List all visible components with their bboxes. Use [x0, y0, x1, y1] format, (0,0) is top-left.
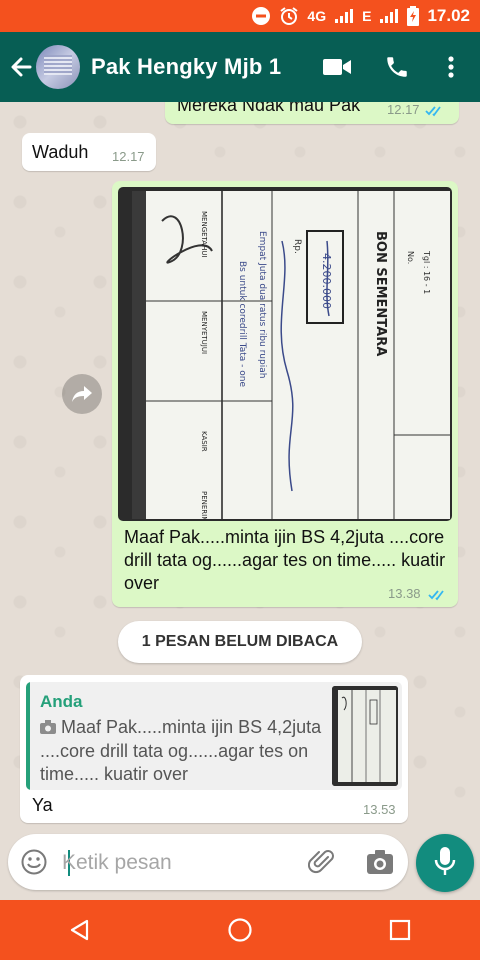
chat-header: Pak Hengky Mjb 1 — [0, 32, 480, 102]
quote-body: Maaf Pak.....minta ijin BS 4,2juta ....c… — [40, 717, 322, 784]
forward-icon[interactable] — [62, 374, 102, 414]
message-text: Waduh — [32, 142, 89, 162]
camera-icon[interactable] — [364, 846, 396, 878]
message-time: 12.17 — [112, 149, 145, 164]
message-outgoing-image[interactable]: BON SEMENTARA Rp. 4.200.000 No. Tgl : 16… — [112, 181, 458, 607]
quote-text: Maaf Pak.....minta ijin BS 4,2juta ....c… — [40, 716, 330, 786]
quote-author: Anda — [40, 692, 83, 711]
doc-amount: 4.200.000 — [320, 253, 333, 309]
signal-icon — [334, 8, 354, 24]
message-list[interactable]: Mereka Ndak mau Pak 12.17 Waduh 12.17 BO… — [0, 102, 480, 830]
doc-tgl: Tgl : 16 - 1 — [422, 250, 431, 294]
message-time: 13.53 — [363, 802, 396, 817]
message-photo[interactable]: BON SEMENTARA Rp. 4.200.000 No. Tgl : 16… — [118, 187, 452, 521]
camera-icon — [40, 717, 56, 740]
do-not-disturb-icon — [251, 6, 271, 26]
doc-no: No. — [406, 251, 415, 264]
quoted-message[interactable]: Anda Maaf Pak.....minta ijin BS 4,2juta … — [26, 682, 402, 790]
system-navigation-bar — [0, 900, 480, 960]
read-receipt-icon — [428, 588, 448, 606]
message-input[interactable] — [60, 844, 294, 882]
message-time: 13.38 — [388, 586, 421, 601]
video-call-icon[interactable] — [320, 50, 354, 84]
clock: 17.02 — [427, 6, 470, 25]
doc-label-penerima: PENERIMA — [200, 491, 208, 519]
status-icons: 4G E 17.02 — [251, 0, 470, 32]
message-caption: Maaf Pak.....minta ijin BS 4,2juta ....c… — [124, 527, 446, 593]
doc-label-kasir: KASIR — [200, 431, 208, 452]
quote-thumbnail — [332, 686, 398, 786]
emoji-icon[interactable] — [18, 846, 50, 878]
nav-recents-icon[interactable] — [370, 900, 430, 960]
message-incoming-reply[interactable]: Anda Maaf Pak.....minta ijin BS 4,2juta … — [20, 675, 408, 823]
doc-rp: Rp. — [292, 239, 302, 254]
doc-label-mengetahui: MENGETAHUI — [200, 211, 208, 258]
network-type-label: 4G — [307, 8, 327, 24]
nav-home-icon[interactable] — [210, 900, 270, 960]
read-receipt-icon — [425, 104, 445, 122]
message-composer — [8, 834, 408, 890]
avatar[interactable] — [36, 45, 80, 89]
doc-handwriting: Empat Juta dua ratus ribu rupiah — [257, 231, 267, 378]
battery-charging-icon — [407, 6, 420, 26]
attach-icon[interactable] — [306, 846, 338, 878]
document-photo: BON SEMENTARA Rp. 4.200.000 No. Tgl : 16… — [132, 191, 450, 521]
signal-icon-2 — [379, 8, 399, 24]
phone-icon[interactable] — [380, 50, 414, 84]
back-arrow-icon[interactable] — [6, 52, 36, 82]
more-vert-icon[interactable] — [434, 50, 468, 84]
message-time: 12.17 — [387, 102, 420, 117]
contact-name[interactable]: Pak Hengky Mjb 1 — [91, 54, 281, 80]
microphone-button[interactable] — [416, 834, 474, 892]
status-bar: 4G E 17.02 — [0, 0, 480, 32]
doc-title: BON SEMENTARA — [373, 231, 388, 356]
message-incoming[interactable]: Waduh 12.17 — [22, 133, 156, 171]
message-outgoing[interactable]: Mereka Ndak mau Pak 12.17 — [165, 102, 459, 124]
doc-label-menyetujui: MENYETUJUI — [200, 311, 208, 354]
quote-accent-bar — [26, 682, 30, 790]
unread-messages-banner: 1 PESAN BELUM DIBACA — [118, 621, 362, 663]
message-text: Ya — [32, 795, 53, 815]
nav-back-icon[interactable] — [50, 900, 110, 960]
doc-handwriting-2: Bs untuk coredrill Tata - one — [237, 261, 247, 387]
microphone-icon — [434, 846, 456, 881]
alarm-icon — [279, 6, 299, 26]
network-type-label-2: E — [362, 8, 372, 24]
message-text: Mereka Ndak mau Pak — [177, 102, 361, 115]
